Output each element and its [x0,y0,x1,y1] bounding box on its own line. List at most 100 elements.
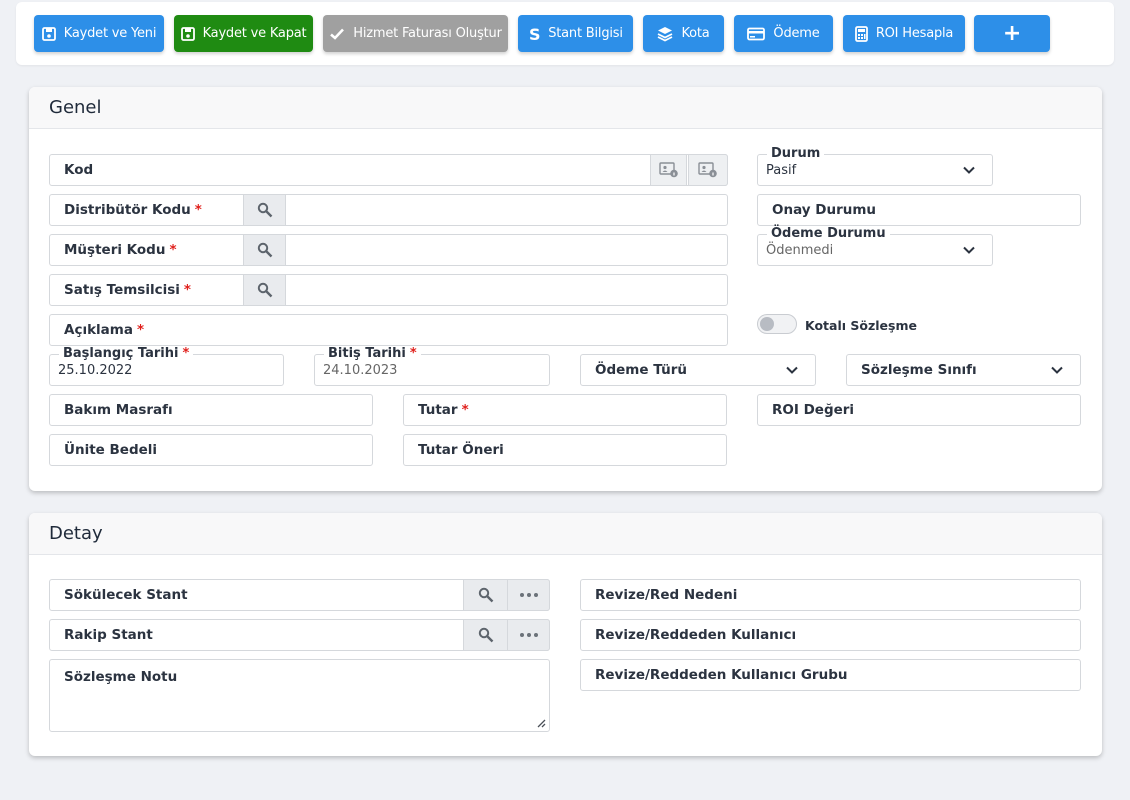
end-date-label-wrap: Bitiş Tarihi * [324,346,421,361]
save-icon [41,26,56,41]
toolbar: Kaydet ve Yeni Kaydet ve Kapat Hizmet Fa… [16,2,1114,65]
general-title: Genel [29,87,1102,129]
rival-stand-search-button[interactable] [463,619,508,651]
roi-value-label: ROI Değeri [772,402,855,418]
approval-status-field[interactable]: Onay Durumu [757,194,1081,226]
check-icon [330,28,345,40]
revise-group-label: Revize/Reddeden Kullanıcı Grubu [595,667,848,683]
roi-calculate-button[interactable]: ROI Hesapla [843,15,965,52]
required-mark: * [461,402,469,418]
amount-field[interactable]: Tutar * [403,394,727,426]
amount-suggestion-label: Tutar Öneri [418,442,504,458]
end-date-label: Bitiş Tarihi [328,346,406,361]
revise-user-field[interactable]: Revize/Reddeden Kullanıcı [580,619,1081,651]
layers-icon [658,26,673,42]
quota-contract-label: Kotalı Sözleşme [805,318,917,333]
save-and-close-button[interactable]: Kaydet ve Kapat [174,15,313,52]
start-date-value: 25.10.2022 [58,363,133,378]
search-icon [478,627,493,643]
save-and-new-label: Kaydet ve Yeni [63,26,157,41]
required-mark: * [169,242,177,258]
rival-stand-more-button[interactable] [507,619,550,651]
chevron-down-icon [963,246,975,254]
code-label: Kod [64,162,94,178]
customer-code-field[interactable]: Müşteri Kodu * [49,234,728,266]
revise-group-field[interactable]: Revize/Reddeden Kullanıcı Grubu [580,659,1081,691]
quota-contract-toggle[interactable] [757,314,797,334]
roi-value-field[interactable]: ROI Değeri [757,394,1081,426]
payment-type-label: Ödeme Türü [595,362,688,378]
contract-note-field[interactable]: Sözleşme Notu [49,659,550,732]
resize-handle-icon[interactable] [536,718,546,728]
required-mark: * [136,322,145,338]
quota-label: Kota [681,26,710,41]
payment-status-label: Ödeme Durumu [767,226,890,241]
quota-button[interactable]: Kota [643,15,724,52]
payment-status-value: Ödenmedi [766,243,834,258]
payment-button[interactable]: Ödeme [734,15,833,52]
detail-title: Detay [29,513,1102,555]
end-date-field[interactable]: Bitiş Tarihi * 24.10.2023 [314,346,550,386]
customer-code-label: Müşteri Kodu [64,242,166,258]
customer-code-search-button[interactable] [243,234,286,266]
id-card-icon [658,162,678,178]
save-and-new-button[interactable]: Kaydet ve Yeni [34,15,164,52]
revise-reason-field[interactable]: Revize/Red Nedeni [580,579,1081,611]
payment-type-select[interactable]: Ödeme Türü [580,354,816,386]
id-card-icon [698,162,717,178]
required-mark: * [183,282,191,298]
removed-stand-field[interactable]: Sökülecek Stant [49,579,550,611]
distributor-code-search-button[interactable] [243,194,286,226]
removed-stand-search-button[interactable] [463,579,508,611]
stand-info-button[interactable]: S Stant Bilgisi [518,15,633,52]
removed-stand-more-button[interactable] [507,579,550,611]
approval-status-label: Onay Durumu [772,202,877,218]
contract-class-label: Sözleşme Sınıfı [861,362,977,378]
distributor-code-field[interactable]: Distribütör Kodu * [49,194,728,226]
status-value: Pasif [766,163,797,178]
payment-status-select[interactable]: Ödeme Durumu Ödenmedi [757,226,993,266]
sales-rep-label: Satış Temsilcisi [64,282,180,298]
search-icon [257,242,272,258]
more-horizontal-icon [519,633,538,637]
toggle-knob [760,317,774,331]
chevron-down-icon [1051,366,1063,374]
rival-stand-label: Rakip Stant [64,627,153,643]
start-date-label-wrap: Başlangıç Tarihi * [59,346,194,361]
unit-price-field[interactable]: Ünite Bedeli [49,434,373,466]
amount-label: Tutar [418,402,458,418]
save-and-close-label: Kaydet ve Kapat [202,26,307,41]
end-date-value: 24.10.2023 [323,363,398,378]
rival-stand-field[interactable]: Rakip Stant [49,619,550,651]
status-select[interactable]: Durum Pasif [757,146,993,186]
status-label: Durum [767,146,825,161]
general-title-text: Genel [49,97,102,118]
svg-text:S: S [529,26,540,42]
contract-class-select[interactable]: Sözleşme Sınıfı [846,354,1081,386]
amount-suggestion-field[interactable]: Tutar Öneri [403,434,727,466]
search-icon [257,282,272,298]
contract-note-label: Sözleşme Notu [64,669,178,685]
detail-card: Detay Sökülecek Stant Revize/Red Nedeni … [29,513,1102,756]
code-secondary-info-button[interactable] [688,154,728,186]
payment-label: Ödeme [773,26,820,41]
required-mark: * [194,202,202,218]
code-info-button[interactable] [650,154,687,186]
code-field[interactable]: Kod [49,154,728,186]
maintenance-cost-label: Bakım Masrafı [64,402,173,418]
search-icon [478,587,493,603]
sales-rep-search-button[interactable] [243,274,286,306]
general-card: Genel Kod Durum Pasif Distribütör Kodu * … [29,87,1102,491]
sales-rep-field[interactable]: Satış Temsilcisi * [49,274,728,306]
maintenance-cost-field[interactable]: Bakım Masrafı [49,394,373,426]
save-icon [180,26,195,41]
chevron-down-icon [963,166,975,174]
plus-icon: + [1002,21,1022,46]
description-field[interactable]: Açıklama * [49,314,728,346]
calculator-icon [854,25,868,42]
dollar-icon: S [529,26,540,42]
unit-price-label: Ünite Bedeli [64,442,158,458]
create-invoice-button[interactable]: Hizmet Faturası Oluştur [323,15,508,52]
start-date-field[interactable]: Başlangıç Tarihi * 25.10.2022 [49,346,284,386]
add-button[interactable]: + [974,15,1050,52]
